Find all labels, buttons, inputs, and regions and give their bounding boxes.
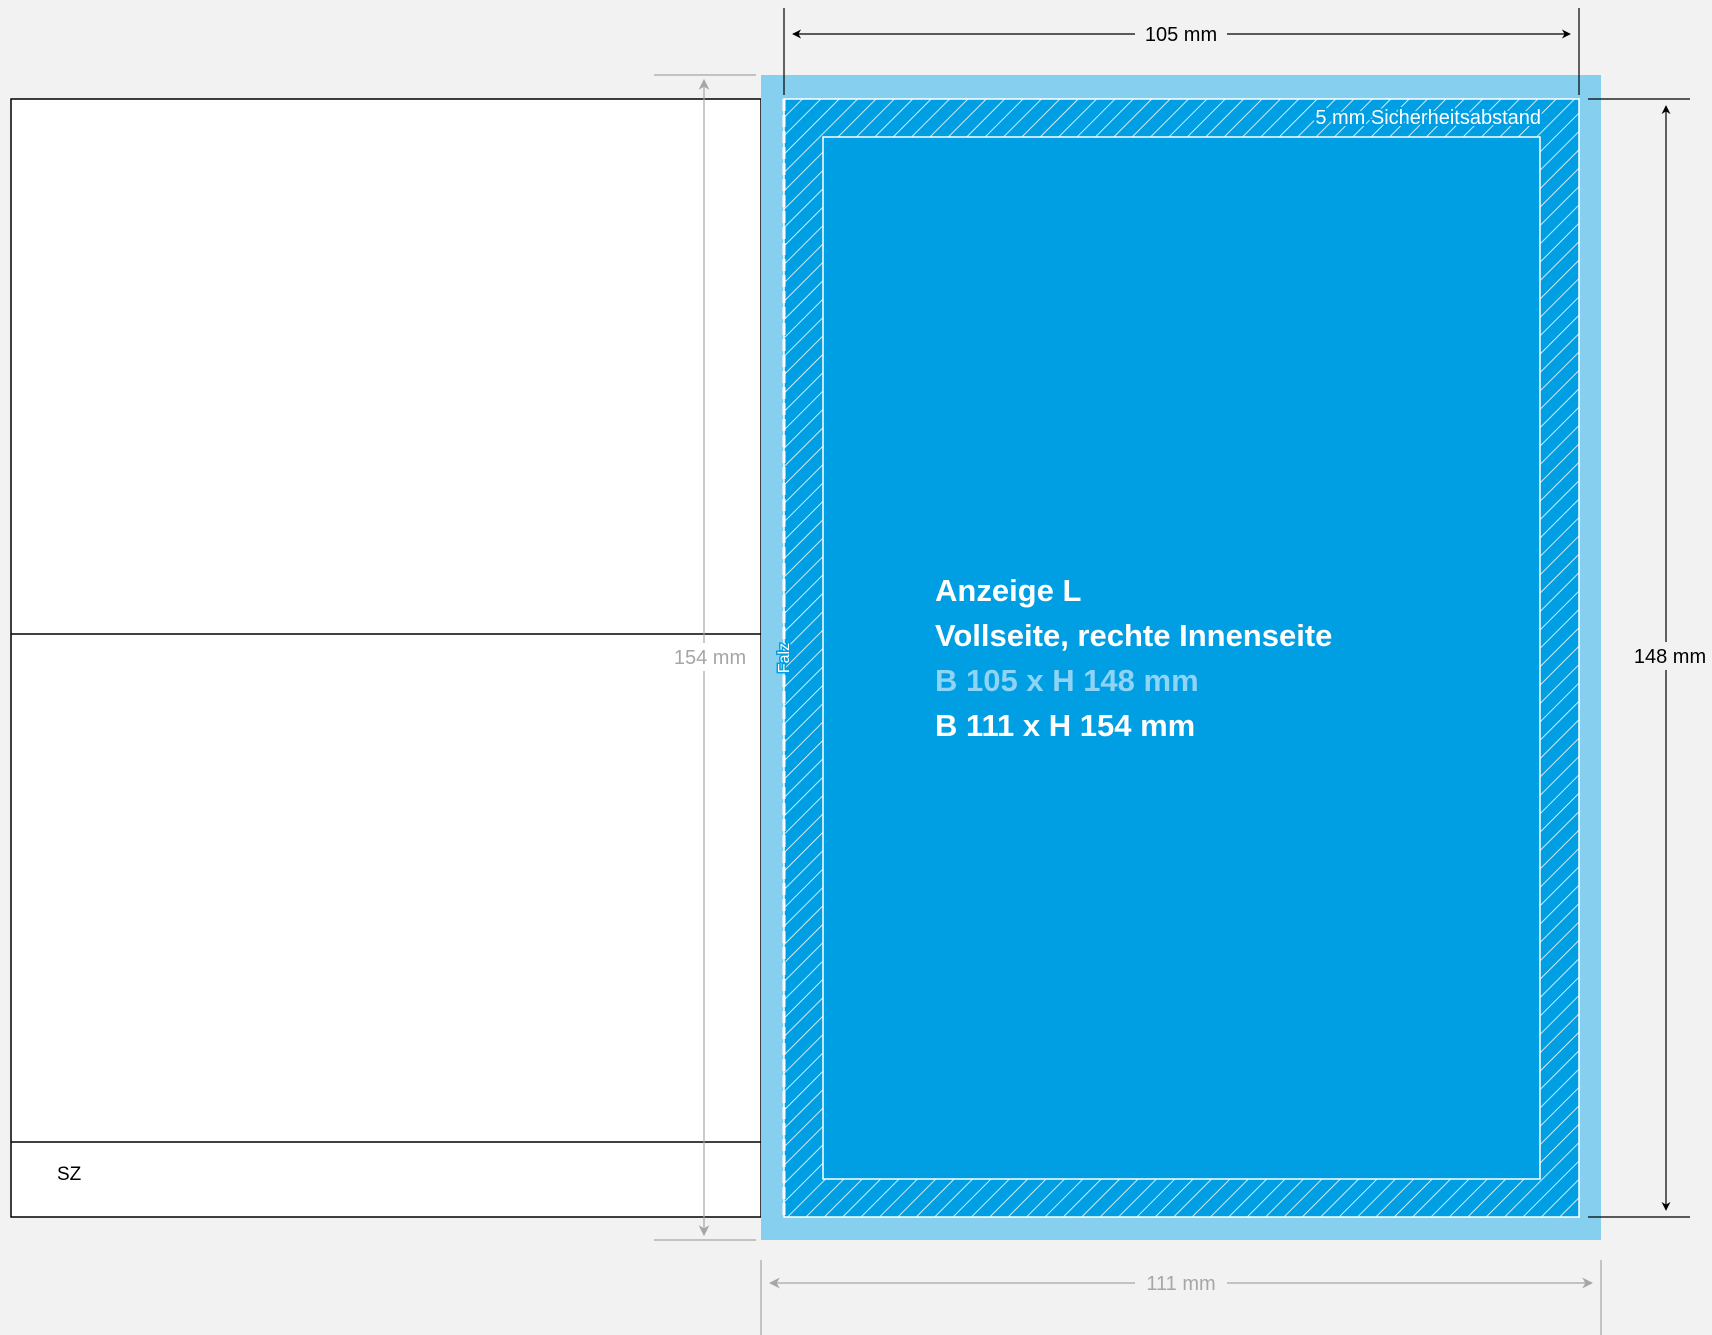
dimension-label-width-trim: 105 mm [1145,24,1217,46]
ad-layout-diagram: SZ Falz 5 mm Sicherheitsabstand Anzeige … [10,8,1712,1335]
dimension-label-height-bleed: 154 mm [674,647,746,669]
left-page-tag: SZ [57,1164,82,1185]
left-page-frame [10,98,762,1218]
safety-margin-label: 5 mm Sicherheitsabstand [1315,107,1541,129]
ad-bleed-size: B 111 x H 154 mm [935,708,1195,743]
ad-title: Anzeige L [935,573,1081,608]
safe-content-area [822,136,1541,1180]
dimension-width-bleed: 111 mm [760,1260,1602,1335]
ad-subtitle: Vollseite, rechte Innenseite [935,618,1332,653]
dimension-height-trim: 148 mm [1588,98,1712,1218]
dimension-label-width-bleed: 111 mm [1146,1273,1215,1295]
left-page: SZ [10,98,762,1218]
fold-label: Falz [776,643,793,673]
ad-trim-size: B 105 x H 148 mm [935,663,1199,698]
dimension-label-height-trim: 148 mm [1634,646,1706,668]
